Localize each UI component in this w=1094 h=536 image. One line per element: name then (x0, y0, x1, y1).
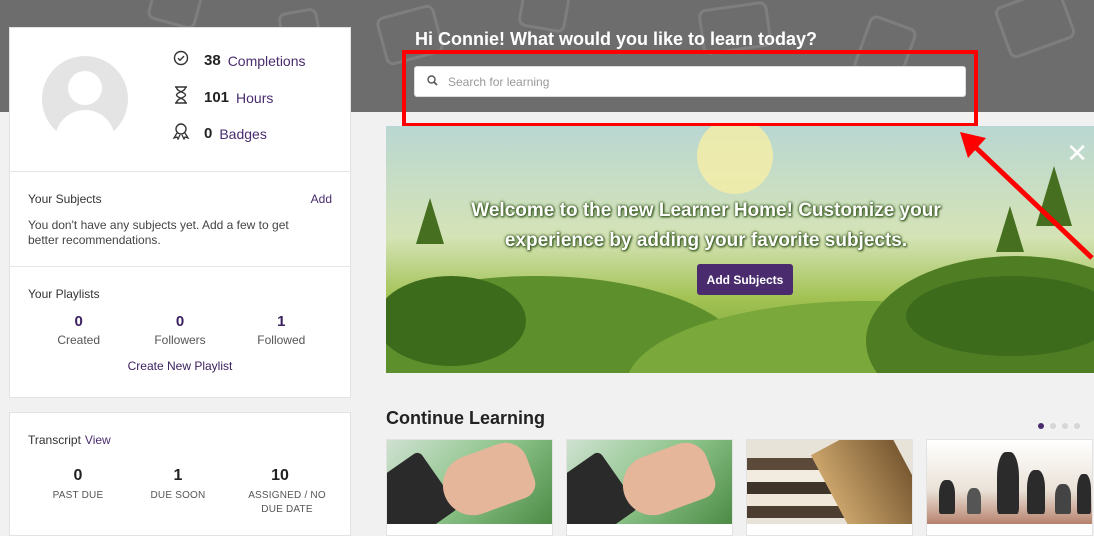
continue-learning-title: Continue Learning (386, 408, 545, 428)
playlists-followed-count: 1 (277, 313, 286, 330)
badges-stat[interactable]: 0 Badges (171, 122, 267, 145)
course-thumbnail (747, 440, 912, 524)
search-input[interactable] (448, 74, 948, 89)
playlists-created-stat[interactable]: 0 Created (28, 313, 129, 347)
carousel-dot-1[interactable] (1038, 423, 1044, 429)
carousel-dots (1038, 423, 1080, 429)
course-thumbnail (387, 440, 552, 524)
course-card[interactable] (566, 439, 733, 536)
course-card[interactable] (746, 439, 913, 536)
subjects-title: Your Subjects (28, 192, 102, 206)
assigned-stat[interactable]: 10 ASSIGNED / NO DUE DATE (228, 467, 332, 517)
annotation-arrow (960, 132, 1094, 260)
playlists-followed-label: Followed (257, 333, 306, 347)
playlists-created-count: 0 (74, 313, 83, 330)
add-subject-link[interactable]: Add (311, 192, 332, 206)
completions-label: Completions (227, 52, 306, 69)
transcript-title: Transcript (28, 433, 81, 447)
course-card[interactable] (926, 439, 1093, 536)
carousel-dot-4[interactable] (1074, 423, 1080, 429)
banner-line-2: experience by adding your favorite subje… (504, 230, 908, 251)
badge-icon (171, 122, 191, 145)
banner-sun (697, 126, 773, 194)
playlists-created-label: Created (57, 333, 101, 347)
due-soon-stat[interactable]: 1 DUE SOON (128, 467, 228, 517)
playlists-section: Your Playlists 0 Created 0 Followers 1 F… (10, 267, 350, 397)
profile-summary: 38 Completions 101 Hours 0 Badges (10, 28, 350, 172)
transcript-view-link[interactable]: View (85, 433, 111, 447)
hourglass-icon (171, 86, 191, 109)
assigned-count: 10 (271, 467, 289, 484)
banner-line-1: Welcome to the new Learner Home! Customi… (471, 200, 941, 221)
course-card[interactable] (386, 439, 553, 536)
badges-label: Badges (219, 125, 267, 142)
course-thumbnail (567, 440, 732, 524)
transcript-section: Transcript View 0 PAST DUE 1 DUE SOON 10 … (9, 412, 351, 536)
hours-label: Hours (236, 89, 274, 106)
course-thumbnail (927, 440, 1092, 524)
greeting-heading: Hi Connie! What would you like to learn … (415, 29, 818, 49)
carousel-dot-2[interactable] (1050, 423, 1056, 429)
due-soon-count: 1 (173, 467, 183, 484)
search-bar[interactable] (414, 66, 966, 97)
badges-count: 0 (204, 125, 213, 142)
assigned-label: ASSIGNED / NO DUE DATE (248, 490, 326, 515)
completions-count: 38 (204, 52, 221, 69)
past-due-count: 0 (73, 467, 83, 484)
hours-count: 101 (204, 89, 230, 106)
playlists-followers-label: Followers (154, 333, 206, 347)
playlists-followers-count: 0 (175, 313, 185, 330)
create-playlist-link[interactable]: Create New Playlist (28, 359, 332, 373)
avatar[interactable] (42, 56, 128, 142)
past-due-stat[interactable]: 0 PAST DUE (28, 467, 128, 517)
playlists-followed-stat[interactable]: 1 Followed (231, 313, 332, 347)
subjects-empty-text: You don't have any subjects yet. Add a f… (28, 218, 289, 247)
hours-stat[interactable]: 101 Hours (171, 86, 273, 109)
check-circle-icon (171, 50, 191, 71)
carousel-dot-3[interactable] (1062, 423, 1068, 429)
banner-message: Welcome to the new Learner Home! Customi… (386, 196, 1026, 256)
due-soon-label: DUE SOON (150, 490, 206, 501)
subjects-section: Your Subjects Add You don't have any sub… (10, 172, 350, 267)
past-due-label: PAST DUE (52, 490, 104, 501)
playlists-title: Your Playlists (28, 287, 100, 301)
completions-stat[interactable]: 38 Completions (171, 50, 306, 71)
playlists-followers-stat[interactable]: 0 Followers (129, 313, 230, 347)
add-subjects-button[interactable]: Add Subjects (697, 264, 793, 295)
search-icon (427, 74, 438, 89)
